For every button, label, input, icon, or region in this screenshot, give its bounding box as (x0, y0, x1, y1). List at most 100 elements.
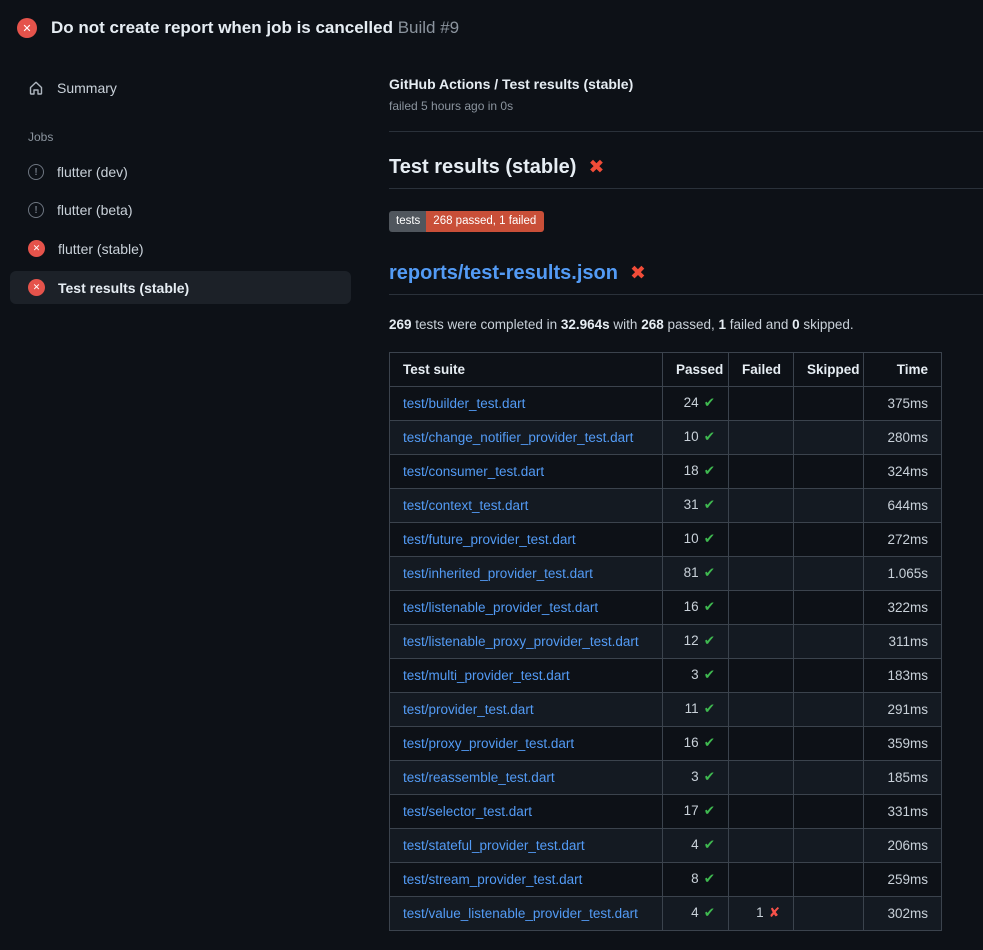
check-icon: ✔ (704, 837, 715, 853)
cell-passed: 8✔ (663, 862, 729, 896)
cell-test-suite: test/stream_provider_test.dart (390, 862, 663, 896)
sidebar-item-label: flutter (beta) (57, 202, 132, 218)
cell-passed: 4✔ (663, 828, 729, 862)
check-icon: ✔ (704, 599, 715, 615)
test-suite-link[interactable]: test/context_test.dart (403, 498, 528, 513)
x-circle-icon: ✕ (17, 18, 37, 38)
test-suite-link[interactable]: test/proxy_provider_test.dart (403, 736, 574, 751)
column-header: Passed (663, 352, 729, 386)
cell-test-suite: test/proxy_provider_test.dart (390, 726, 663, 760)
sidebar-item-job-2[interactable]: ✕flutter (stable) (10, 232, 351, 265)
summary-segment: tests were completed in (412, 317, 561, 332)
summary-segment: 268 (641, 317, 664, 332)
sidebar-item-label: flutter (stable) (58, 241, 144, 257)
cell-passed: 12✔ (663, 624, 729, 658)
summary-segment: 32.964s (561, 317, 610, 332)
table-row: test/value_listenable_provider_test.dart… (390, 896, 942, 930)
sidebar: Summary Jobs !flutter (dev)!flutter (bet… (0, 52, 375, 304)
test-suite-link[interactable]: test/future_provider_test.dart (403, 532, 576, 547)
check-icon: ✔ (704, 701, 715, 717)
table-row: test/listenable_provider_test.dart16✔322… (390, 590, 942, 624)
check-icon: ✔ (704, 395, 715, 411)
column-header: Skipped (794, 352, 864, 386)
cell-test-suite: test/listenable_provider_test.dart (390, 590, 663, 624)
x-circle-icon: ✕ (28, 279, 45, 296)
test-suite-link[interactable]: test/consumer_test.dart (403, 464, 544, 479)
cell-time: 206ms (864, 828, 942, 862)
test-suite-link[interactable]: test/provider_test.dart (403, 702, 534, 717)
test-suite-link[interactable]: test/change_notifier_provider_test.dart (403, 430, 633, 445)
cell-skipped (794, 488, 864, 522)
cell-passed: 24✔ (663, 386, 729, 420)
table-row: test/proxy_provider_test.dart16✔359ms (390, 726, 942, 760)
summary-segment: 1 (719, 317, 727, 332)
main-content: GitHub Actions / Test results (stable) f… (375, 52, 983, 931)
cell-test-suite: test/selector_test.dart (390, 794, 663, 828)
summary-segment: failed and (726, 317, 792, 332)
cell-time: 302ms (864, 896, 942, 930)
badge-value: 268 passed, 1 failed (426, 211, 544, 232)
check-icon: ✔ (704, 735, 715, 751)
cell-test-suite: test/value_listenable_provider_test.dart (390, 896, 663, 930)
sidebar-item-label: Test results (stable) (58, 280, 189, 296)
test-suite-link[interactable]: test/builder_test.dart (403, 396, 525, 411)
cell-passed: 10✔ (663, 522, 729, 556)
cell-skipped (794, 590, 864, 624)
cell-skipped (794, 420, 864, 454)
test-suite-link[interactable]: test/multi_provider_test.dart (403, 668, 570, 683)
cell-passed: 17✔ (663, 794, 729, 828)
cell-passed: 31✔ (663, 488, 729, 522)
cell-time: 272ms (864, 522, 942, 556)
table-row: test/stateful_provider_test.dart 4✔ 206ms (390, 828, 942, 862)
test-suite-link[interactable]: test/stream_provider_test.dart (403, 872, 582, 887)
check-icon: ✔ (704, 803, 715, 819)
sidebar-item-job-0[interactable]: !flutter (dev) (10, 156, 351, 188)
cell-test-suite: test/inherited_provider_test.dart (390, 556, 663, 590)
test-suite-link[interactable]: test/value_listenable_provider_test.dart (403, 906, 638, 921)
table-row: test/reassemble_test.dart 3✔ 185ms (390, 760, 942, 794)
table-row: test/change_notifier_provider_test.dart1… (390, 420, 942, 454)
cell-passed: 3✔ (663, 760, 729, 794)
cell-time: 280ms (864, 420, 942, 454)
test-suite-link[interactable]: test/stateful_provider_test.dart (403, 838, 585, 853)
check-icon: ✔ (704, 871, 715, 887)
x-icon: ✘ (769, 905, 780, 921)
check-icon: ✔ (704, 565, 715, 581)
cell-time: 183ms (864, 658, 942, 692)
sidebar-item-label: Summary (57, 80, 117, 96)
sidebar-item-job-1[interactable]: !flutter (beta) (10, 194, 351, 226)
divider (389, 131, 983, 132)
cell-failed (729, 862, 794, 896)
neutral-circle-icon: ! (28, 164, 44, 180)
cell-skipped (794, 862, 864, 896)
cell-test-suite: test/provider_test.dart (390, 692, 663, 726)
failed-x-icon: ✖ (588, 158, 604, 177)
test-suite-link[interactable]: test/listenable_proxy_provider_test.dart (403, 634, 639, 649)
cell-time: 185ms (864, 760, 942, 794)
table-row: test/inherited_provider_test.dart81✔1.06… (390, 556, 942, 590)
table-header-row: Test suitePassedFailedSkippedTime (390, 352, 942, 386)
test-suite-link[interactable]: test/selector_test.dart (403, 804, 532, 819)
report-title-link[interactable]: reports/test-results.json (389, 262, 618, 285)
cell-test-suite: test/builder_test.dart (390, 386, 663, 420)
cell-passed: 4✔ (663, 896, 729, 930)
cell-test-suite: test/future_provider_test.dart (390, 522, 663, 556)
cell-failed (729, 658, 794, 692)
check-icon: ✔ (704, 905, 715, 921)
table-row: test/stream_provider_test.dart8✔259ms (390, 862, 942, 896)
test-suite-link[interactable]: test/reassemble_test.dart (403, 770, 555, 785)
test-suite-link[interactable]: test/inherited_provider_test.dart (403, 566, 593, 581)
cell-passed: 11✔ (663, 692, 729, 726)
column-header: Test suite (390, 352, 663, 386)
report-heading: reports/test-results.json ✖ (389, 262, 983, 295)
sidebar-item-summary[interactable]: Summary (10, 72, 351, 104)
cell-failed (729, 726, 794, 760)
build-number: Build #9 (398, 18, 459, 37)
cell-skipped (794, 828, 864, 862)
check-icon: ✔ (704, 429, 715, 445)
cell-failed (729, 590, 794, 624)
sidebar-item-job-3[interactable]: ✕ Test results (stable) (10, 271, 351, 304)
test-suite-link[interactable]: test/listenable_provider_test.dart (403, 600, 598, 615)
section-title: Test results (stable) (389, 156, 576, 179)
table-row: test/builder_test.dart24✔375ms (390, 386, 942, 420)
